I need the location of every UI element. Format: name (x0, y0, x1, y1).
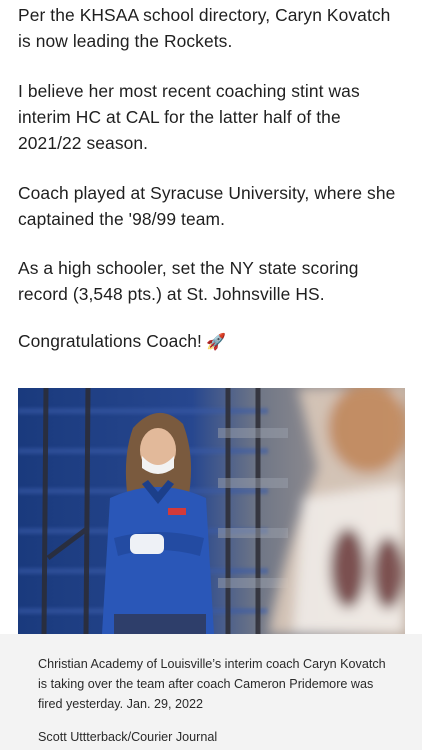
post-paragraph-1: Per the KHSAA school directory, Caryn Ko… (18, 5, 391, 51)
social-post: Per the KHSAA school directory, Caryn Ko… (0, 0, 422, 750)
news-photo[interactable] (18, 388, 405, 634)
photo-caption: Christian Academy of Louisville’s interi… (38, 657, 386, 711)
coach-photo-illustration (18, 388, 405, 634)
photo-credit: Scott Uttterback/Courier Journal (38, 730, 218, 744)
photo-caption-box: Christian Academy of Louisville’s interi… (0, 634, 422, 750)
congrats-text: Congratulations Coach! (18, 331, 202, 351)
rocket-emoji-icon: 🚀 (205, 334, 226, 351)
post-paragraph-2: I believe her most recent coaching stint… (18, 81, 360, 153)
post-paragraph-5: Congratulations Coach! 🚀 (18, 328, 408, 356)
post-paragraph-3: Coach played at Syracuse University, whe… (18, 183, 396, 229)
post-paragraph-4: As a high schooler, set the NY state sco… (18, 258, 359, 304)
